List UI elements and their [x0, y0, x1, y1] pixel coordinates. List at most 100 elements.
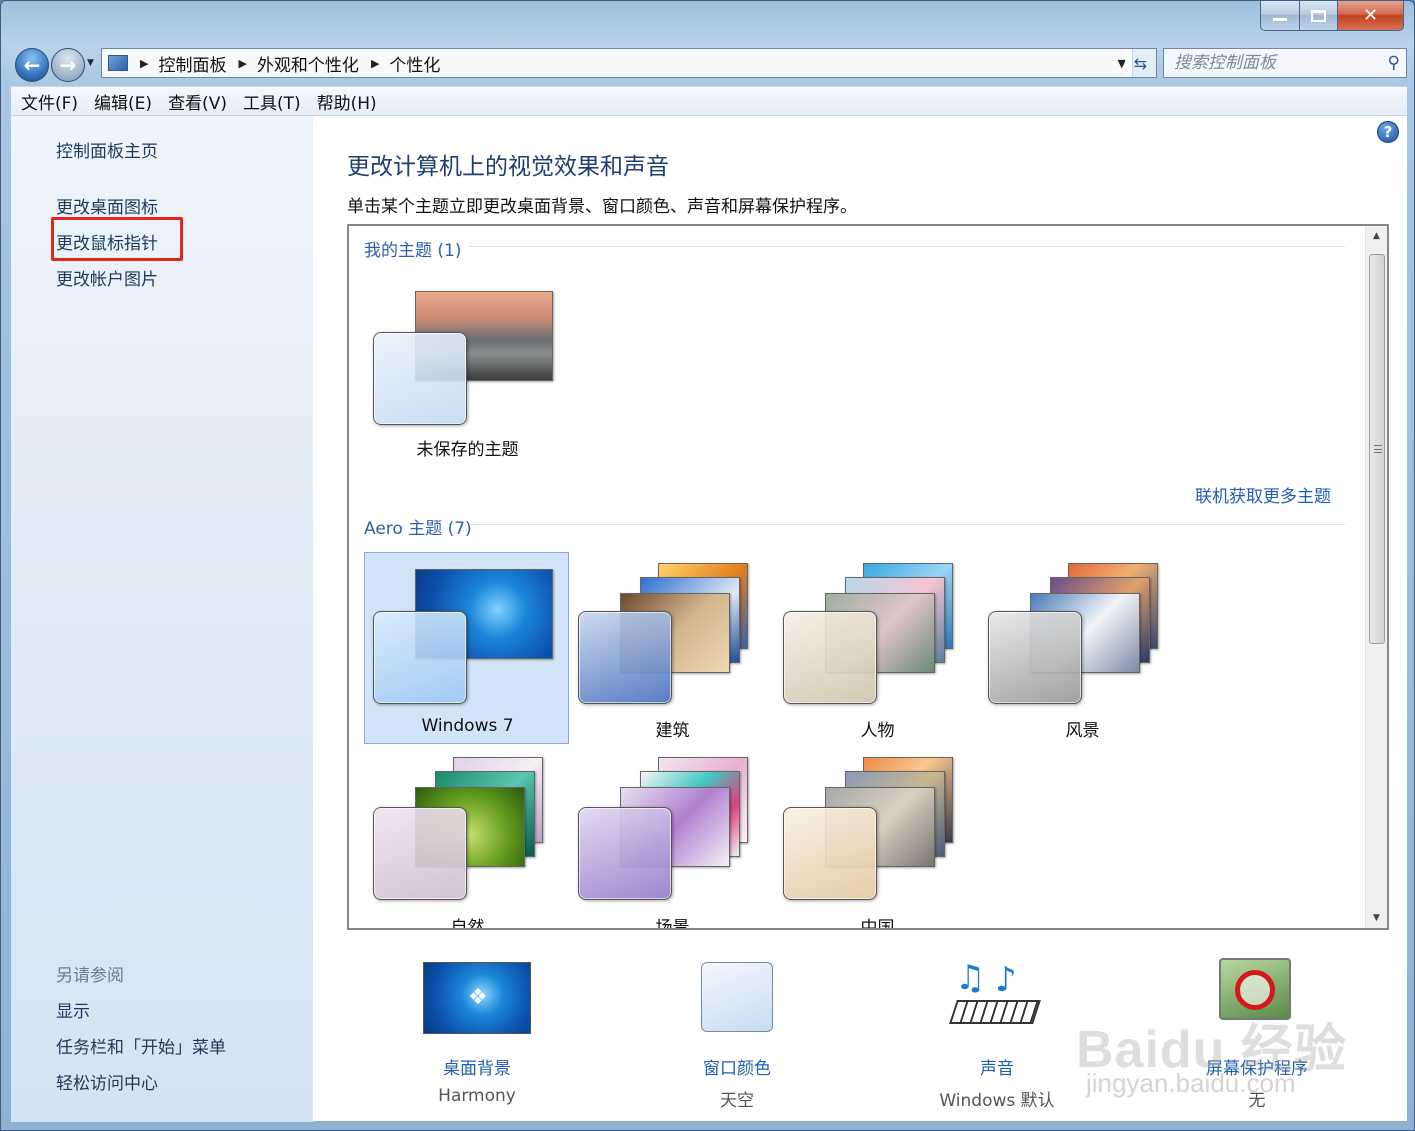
menu-help[interactable]: 帮助(H) — [317, 89, 377, 114]
see-also-title: 另请参阅 — [56, 966, 124, 986]
theme-color-swatch — [373, 611, 467, 704]
theme-tile-nature[interactable]: 自然 — [364, 746, 569, 930]
close-button[interactable]: ✕ — [1338, 1, 1404, 31]
theme-list: 我的主题 (1) 未保存的主题 联机获取更多主题 Aero 主题 (7) Win… — [347, 224, 1389, 930]
maximize-icon — [1311, 9, 1326, 22]
setting-window-color[interactable]: 窗口颜色 天空 — [617, 954, 857, 1111]
navigation-bar: ← → ▼ ▶ 控制面板 ▶ 外观和个性化 ▶ 个性化 ▼ ⇆ ⚲ — [11, 46, 1407, 84]
highlight-box — [51, 217, 183, 261]
theme-name: 建筑 — [655, 721, 690, 741]
back-button[interactable]: ← — [15, 48, 49, 82]
breadcrumb-personalization[interactable]: 个性化 — [389, 51, 440, 76]
menu-view[interactable]: 查看(V) — [168, 89, 227, 114]
theme-name: Windows 7 — [421, 716, 514, 736]
get-more-themes-link[interactable]: 联机获取更多主题 — [1195, 482, 1331, 507]
theme-tile-architecture[interactable]: 建筑 — [569, 552, 774, 744]
forward-button[interactable]: → — [51, 48, 85, 82]
group-divider — [469, 246, 1345, 247]
theme-tile-landscapes[interactable]: 风景 — [979, 552, 1184, 744]
back-arrow-icon: ← — [23, 53, 41, 77]
scroll-down-icon[interactable]: ▼ — [1366, 908, 1387, 928]
group-divider — [471, 524, 1345, 525]
breadcrumb-arrow-icon[interactable]: ▶ — [371, 57, 379, 70]
theme-color-swatch — [578, 807, 672, 900]
theme-name: 风景 — [1065, 721, 1100, 741]
breadcrumb-arrow-icon[interactable]: ▶ — [238, 57, 246, 70]
keyboard-icon — [949, 1000, 1041, 1024]
music-note-icon: ♪ — [995, 960, 1017, 1000]
setting-value: 天空 — [720, 1091, 754, 1111]
theme-name: 未保存的主题 — [416, 440, 519, 460]
menu-file[interactable]: 文件(F) — [21, 89, 78, 114]
sidebar-change-desktop-icons[interactable]: 更改桌面图标 — [56, 193, 158, 218]
forward-arrow-icon: → — [59, 53, 77, 77]
personalization-window: ✕ ← → ▼ ▶ 控制面板 ▶ 外观和个性化 ▶ 个性化 ▼ ⇆ ⚲ 文件(F… — [0, 0, 1415, 1131]
setting-label[interactable]: 窗口颜色 — [617, 1054, 857, 1079]
setting-value: Windows 默认 — [939, 1091, 1055, 1111]
theme-color-swatch — [578, 611, 672, 704]
theme-color-swatch — [988, 611, 1082, 704]
sidebar: 控制面板主页 更改桌面图标 更改鼠标指针 更改帐户图片 另请参阅 显示 任务栏和… — [11, 116, 313, 1122]
see-also-ease-of-access[interactable]: 轻松访问中心 — [56, 1069, 158, 1094]
theme-tile-windows7[interactable]: Windows 7 — [364, 552, 569, 744]
theme-color-swatch — [373, 807, 467, 900]
content-area: 控制面板主页 更改桌面图标 更改鼠标指针 更改帐户图片 另请参阅 显示 任务栏和… — [11, 116, 1407, 1122]
refresh-icon: ⇆ — [1133, 53, 1148, 73]
address-bar[interactable]: ▶ 控制面板 ▶ 外观和个性化 ▶ 个性化 ▼ — [101, 48, 1133, 78]
page-title: 更改计算机上的视觉效果和声音 — [347, 154, 669, 180]
theme-tile-unsaved[interactable]: 未保存的主题 — [364, 276, 569, 468]
refresh-button[interactable]: ⇆ — [1125, 48, 1157, 78]
theme-tile-scenes[interactable]: 场景 — [569, 746, 774, 930]
see-also-taskbar[interactable]: 任务栏和「开始」菜单 — [56, 1033, 226, 1058]
breadcrumb-control-panel[interactable]: 控制面板 — [158, 51, 226, 76]
menu-bar: 文件(F) 编辑(E) 查看(V) 工具(T) 帮助(H) — [11, 86, 1407, 116]
scroll-thumb[interactable] — [1369, 254, 1385, 644]
theme-tile-characters[interactable]: 人物 — [774, 552, 979, 744]
search-icon[interactable]: ⚲ — [1388, 53, 1400, 73]
search-box[interactable]: ⚲ — [1163, 48, 1407, 78]
no-screensaver-icon — [1235, 970, 1275, 1010]
setting-label[interactable]: 桌面背景 — [357, 1054, 597, 1079]
theme-name: 场景 — [655, 918, 690, 930]
aero-themes-header: Aero 主题 (7) — [364, 519, 472, 539]
windows-logo-icon: ❖ — [468, 985, 488, 1010]
close-icon: ✕ — [1362, 5, 1379, 26]
window-title — [501, 9, 601, 25]
music-note-icon: ♫ — [955, 958, 986, 998]
theme-color-swatch — [373, 332, 467, 425]
my-themes-header: 我的主题 (1) — [364, 241, 462, 261]
desktop-background-thumbnail: ❖ — [423, 962, 531, 1034]
main-panel: ? 更改计算机上的视觉效果和声音 单击某个主题立即更改桌面背景、窗口颜色、声音和… — [313, 116, 1407, 1122]
control-panel-icon — [108, 55, 128, 71]
sounds-thumbnail: ♫ ♪ — [947, 958, 1047, 1038]
window-color-thumbnail — [701, 962, 773, 1032]
theme-color-swatch — [783, 807, 877, 900]
scroll-grip-icon — [1374, 445, 1382, 453]
theme-name: 中国 — [860, 918, 895, 930]
breadcrumb-arrow-icon[interactable]: ▶ — [140, 57, 148, 70]
breadcrumb: ▶ 控制面板 ▶ 外观和个性化 ▶ 个性化 — [140, 51, 452, 76]
setting-value: Harmony — [438, 1086, 516, 1106]
caption-buttons: ✕ — [1260, 1, 1404, 31]
help-icon[interactable]: ? — [1377, 121, 1399, 143]
theme-name: 人物 — [860, 721, 895, 741]
theme-list-scrollbar[interactable]: ▲ ▼ — [1365, 226, 1387, 928]
scroll-up-icon[interactable]: ▲ — [1366, 226, 1387, 246]
see-also-display[interactable]: 显示 — [56, 997, 90, 1022]
sidebar-control-panel-home[interactable]: 控制面板主页 — [56, 137, 158, 162]
page-description: 单击某个主题立即更改桌面背景、窗口颜色、声音和屏幕保护程序。 — [347, 197, 857, 217]
baidu-watermark-url: jingyan.baidu.com — [1086, 1068, 1296, 1098]
minimize-button[interactable] — [1260, 1, 1300, 31]
theme-color-swatch — [783, 611, 877, 704]
minimize-icon — [1273, 18, 1287, 21]
theme-name: 自然 — [450, 918, 485, 930]
theme-tile-china[interactable]: 中国 — [774, 746, 979, 930]
menu-tools[interactable]: 工具(T) — [243, 89, 301, 114]
setting-desktop-background[interactable]: ❖ 桌面背景 Harmony — [357, 954, 597, 1106]
sidebar-change-account-picture[interactable]: 更改帐户图片 — [56, 265, 158, 290]
recent-pages-dropdown[interactable]: ▼ — [87, 58, 94, 68]
menu-edit[interactable]: 编辑(E) — [94, 89, 152, 114]
breadcrumb-appearance[interactable]: 外观和个性化 — [257, 51, 359, 76]
maximize-button[interactable] — [1300, 1, 1338, 31]
search-input[interactable] — [1174, 53, 1374, 73]
